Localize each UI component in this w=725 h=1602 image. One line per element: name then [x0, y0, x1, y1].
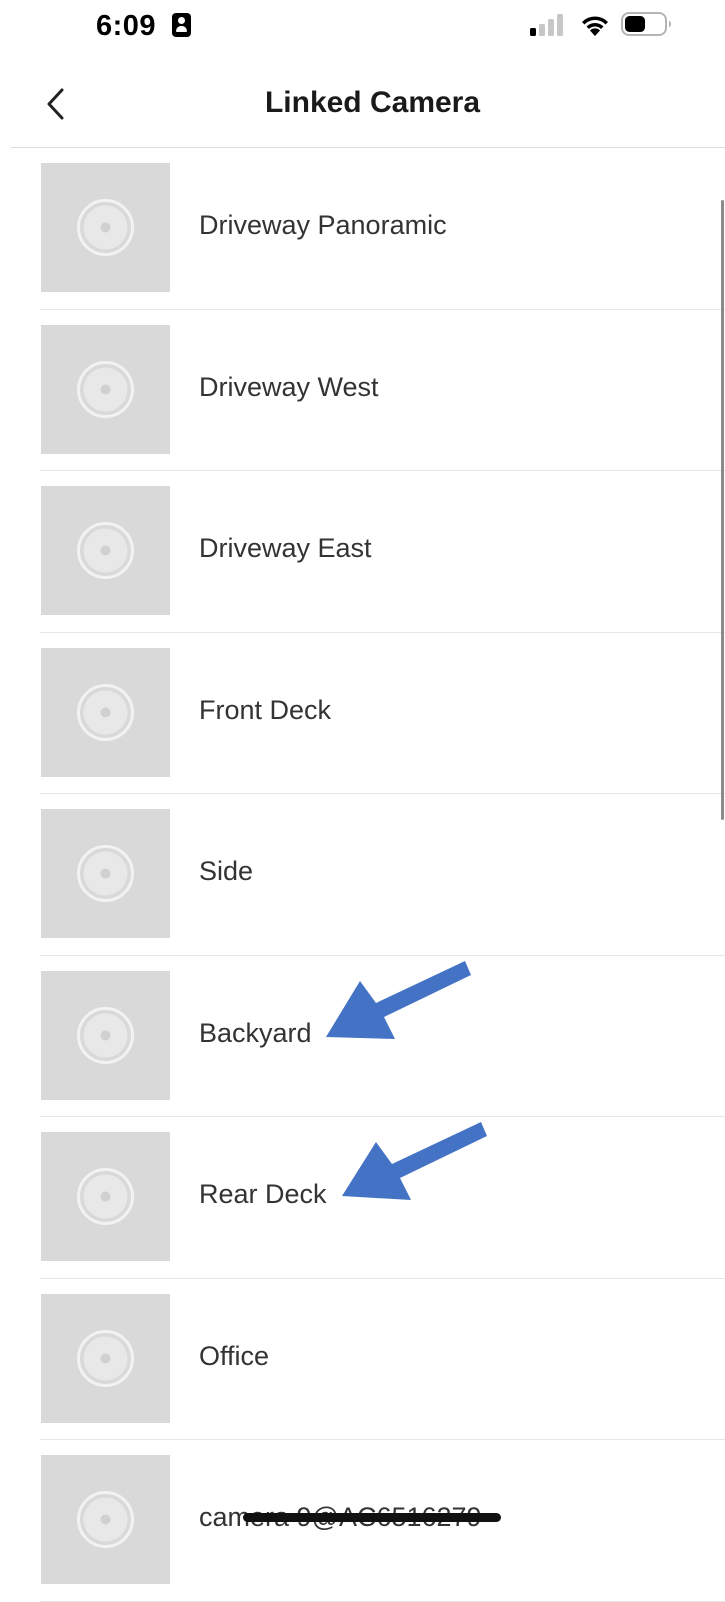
camera-thumbnail	[41, 486, 170, 615]
battery-icon	[621, 12, 672, 36]
page-title: Linked Camera	[264, 86, 481, 119]
status-bar: 6:09	[0, 0, 725, 55]
camera-row[interactable]: Rear Deck	[0, 1117, 725, 1279]
camera-thumbnail	[41, 809, 170, 938]
camera-name: Office	[199, 1340, 270, 1371]
camera-row[interactable]: Office	[0, 1279, 725, 1441]
camera-row[interactable]: Front Deck	[0, 633, 725, 795]
camera-name: Side	[199, 856, 254, 886]
person-badge-icon	[172, 13, 191, 37]
camera-thumbnail	[41, 163, 170, 292]
camera-name: Driveway Panoramic	[199, 210, 447, 240]
camera-row[interactable]: Side	[0, 794, 725, 956]
camera-name: Driveway East	[199, 533, 372, 563]
camera-placeholder-icon	[77, 199, 134, 256]
camera-thumbnail	[41, 1455, 170, 1584]
cellular-signal-icon	[530, 14, 563, 36]
camera-list: Driveway Panoramic Driveway West Drivewa…	[0, 148, 725, 1602]
status-time: 6:09	[96, 10, 157, 42]
camera-thumbnail	[41, 647, 170, 777]
camera-placeholder-icon	[77, 845, 134, 902]
camera-thumbnail	[41, 1293, 170, 1423]
camera-thumbnail	[41, 1132, 170, 1261]
camera-row[interactable]: Driveway Panoramic	[0, 148, 725, 310]
camera-placeholder-icon	[77, 1491, 134, 1548]
camera-placeholder-icon	[77, 1329, 134, 1387]
camera-placeholder-icon	[77, 1168, 134, 1225]
home-indicator	[243, 1513, 501, 1522]
camera-placeholder-icon	[77, 522, 134, 579]
nav-bar: Linked Camera	[0, 56, 725, 148]
camera-thumbnail	[41, 970, 170, 1100]
camera-row[interactable]: Driveway West	[0, 310, 725, 472]
camera-row[interactable]: Backyard	[0, 956, 725, 1118]
wifi-icon	[582, 16, 608, 36]
camera-placeholder-icon	[77, 1006, 134, 1064]
scrollbar[interactable]	[721, 200, 724, 820]
camera-name: Rear Deck	[199, 1179, 327, 1209]
camera-thumbnail	[41, 324, 170, 454]
camera-name: Driveway West	[199, 371, 379, 402]
camera-placeholder-icon	[77, 683, 134, 741]
camera-row[interactable]: Driveway East	[0, 471, 725, 633]
camera-placeholder-icon	[77, 360, 134, 418]
camera-name: Front Deck	[199, 694, 332, 725]
camera-name: Backyard	[199, 1017, 312, 1048]
